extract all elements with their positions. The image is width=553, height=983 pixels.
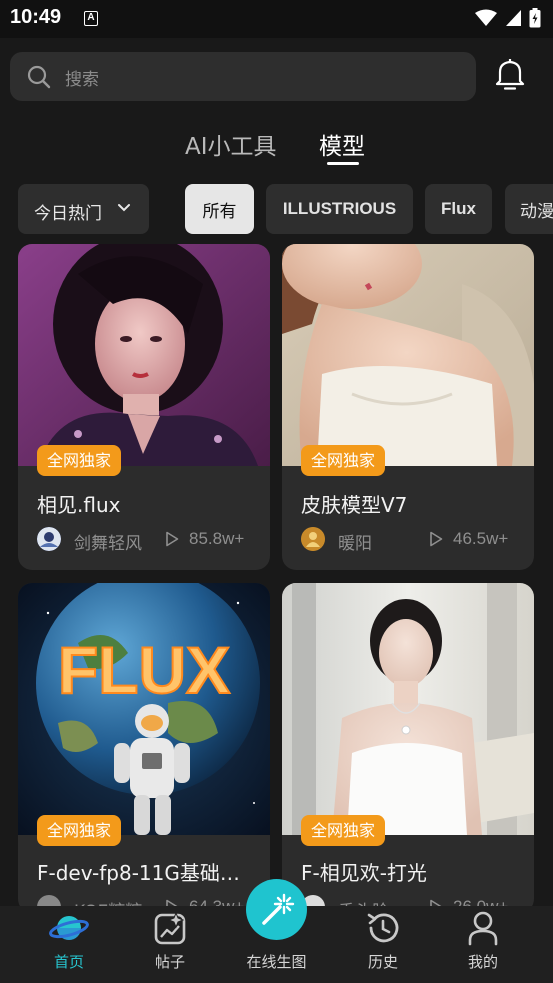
- magic-wand-icon: [262, 893, 295, 925]
- status-bar: 10:49 A: [0, 0, 553, 38]
- avatar: [301, 527, 325, 551]
- card-title: 皮肤模型V7: [301, 493, 408, 517]
- search-placeholder: 搜索: [65, 70, 99, 90]
- post-icon: [154, 911, 186, 945]
- exclusive-badge: 全网独家: [37, 445, 122, 476]
- search-icon: [27, 65, 51, 89]
- chip-flux[interactable]: Flux: [425, 184, 492, 234]
- model-card[interactable]: 全网独家 皮肤模型V7 暖阳 46.5w+: [282, 244, 534, 570]
- play-icon: [166, 531, 179, 547]
- exclusive-badge: 全网独家: [301, 445, 386, 476]
- avatar: [37, 527, 61, 551]
- model-preview-image: [18, 244, 270, 466]
- battery-icon: [529, 8, 541, 28]
- nav-history-label: 历史: [367, 953, 398, 971]
- nav-posts-label: 帖子: [154, 953, 185, 971]
- chevron-down-icon: [118, 204, 130, 212]
- author-name: 暖阳: [338, 534, 372, 554]
- status-icons: [475, 8, 541, 28]
- chip-anime[interactable]: 动漫: [505, 184, 553, 234]
- model-preview-image: [282, 244, 534, 466]
- nav-posts[interactable]: 帖子: [130, 906, 210, 983]
- model-card[interactable]: 全网独家 F-相见欢-打光 香头脸 26.0w+: [282, 583, 534, 913]
- sort-dropdown[interactable]: 今日热门: [18, 184, 149, 234]
- person-icon: [468, 911, 498, 946]
- view-count: 85.8w+: [189, 529, 245, 548]
- chip-all[interactable]: 所有: [185, 184, 254, 234]
- model-card[interactable]: FLUX 全网独家 F-dev-fp8-11G基础… KOE糖糖 64.3w+: [18, 583, 270, 913]
- card-title: F-相见欢-打光: [301, 861, 427, 885]
- card-title: 相见.flux: [37, 493, 121, 517]
- planet-home-icon: [49, 916, 89, 940]
- nav-generate-label: 在线生图: [246, 953, 307, 971]
- nav-history[interactable]: 历史: [343, 906, 423, 983]
- author-name: 剑舞轻风: [74, 534, 142, 554]
- nav-profile[interactable]: 我的: [443, 906, 523, 983]
- history-icon: [367, 913, 399, 943]
- notification-icon: A: [84, 11, 98, 26]
- active-tab-indicator: [327, 162, 359, 165]
- sort-label: 今日热门: [34, 204, 102, 224]
- play-icon: [430, 531, 443, 547]
- bell-icon[interactable]: [494, 57, 526, 91]
- model-card[interactable]: 全网独家 相见.flux 剑舞轻风 85.8w+: [18, 244, 270, 570]
- signal-icon: [506, 10, 521, 26]
- model-preview-image: [282, 583, 534, 835]
- generate-image-button[interactable]: [246, 879, 307, 940]
- nav-profile-label: 我的: [467, 953, 498, 971]
- exclusive-badge: 全网独家: [37, 815, 122, 846]
- card-title: F-dev-fp8-11G基础…: [37, 861, 240, 885]
- status-time: 10:49: [10, 6, 62, 28]
- wifi-icon: [475, 9, 497, 26]
- chip-illustrious[interactable]: ILLUSTRIOUS: [266, 184, 413, 234]
- tab-ai-tools[interactable]: AI小工具: [185, 127, 277, 161]
- nav-home-label: 首页: [53, 953, 84, 971]
- flux-logo-text: FLUX: [58, 633, 230, 707]
- exclusive-badge: 全网独家: [301, 815, 386, 846]
- search-input[interactable]: 搜索: [10, 52, 476, 101]
- view-count: 46.5w+: [453, 529, 509, 548]
- model-preview-image: FLUX: [18, 583, 270, 835]
- tab-models[interactable]: 模型: [319, 127, 365, 161]
- nav-home[interactable]: 首页: [29, 906, 109, 983]
